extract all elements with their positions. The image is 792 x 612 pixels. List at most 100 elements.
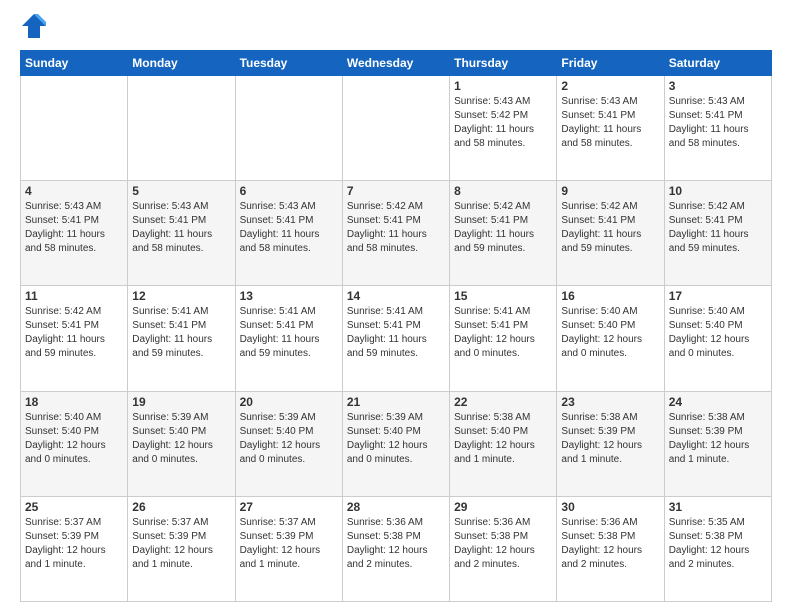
calendar-cell: 5 Sunrise: 5:43 AM Sunset: 5:41 PM Daylig… xyxy=(128,181,235,286)
logo xyxy=(20,16,50,40)
calendar-cell: 26 Sunrise: 5:37 AM Sunset: 5:39 PM Dayli… xyxy=(128,496,235,601)
calendar-cell: 3 Sunrise: 5:43 AM Sunset: 5:41 PM Daylig… xyxy=(664,76,771,181)
day-info: Sunrise: 5:36 AM Sunset: 5:38 PM Dayligh… xyxy=(347,516,445,572)
day-info: Sunrise: 5:35 AM Sunset: 5:38 PM Dayligh… xyxy=(669,516,767,572)
day-info: Sunrise: 5:42 AM Sunset: 5:41 PM Dayligh… xyxy=(669,200,767,256)
day-info: Sunrise: 5:41 AM Sunset: 5:41 PM Dayligh… xyxy=(240,305,338,361)
day-info: Sunrise: 5:41 AM Sunset: 5:41 PM Dayligh… xyxy=(454,305,552,361)
calendar-cell: 27 Sunrise: 5:37 AM Sunset: 5:39 PM Dayli… xyxy=(235,496,342,601)
day-number: 23 xyxy=(561,395,659,409)
day-number: 18 xyxy=(25,395,123,409)
day-info: Sunrise: 5:43 AM Sunset: 5:41 PM Dayligh… xyxy=(240,200,338,256)
calendar-cell: 18 Sunrise: 5:40 AM Sunset: 5:40 PM Dayli… xyxy=(21,391,128,496)
day-number: 25 xyxy=(25,500,123,514)
day-number: 29 xyxy=(454,500,552,514)
calendar-cell: 8 Sunrise: 5:42 AM Sunset: 5:41 PM Daylig… xyxy=(450,181,557,286)
weekday-header-tuesday: Tuesday xyxy=(235,51,342,76)
day-number: 3 xyxy=(669,79,767,93)
calendar-cell: 11Sunrise: 5:42 AM Sunset: 5:41 PM Dayli… xyxy=(21,286,128,391)
calendar-week-1: 1Sunrise: 5:43 AM Sunset: 5:42 PM Daylig… xyxy=(21,76,772,181)
calendar-cell: 10 Sunrise: 5:42 AM Sunset: 5:41 PM Dayli… xyxy=(664,181,771,286)
day-number: 8 xyxy=(454,184,552,198)
calendar-cell: 13 Sunrise: 5:41 AM Sunset: 5:41 PM Dayli… xyxy=(235,286,342,391)
calendar-cell xyxy=(21,76,128,181)
day-number: 4 xyxy=(25,184,123,198)
logo-icon xyxy=(20,12,48,40)
day-info: Sunrise: 5:43 AM Sunset: 5:41 PM Dayligh… xyxy=(132,200,230,256)
calendar-cell xyxy=(235,76,342,181)
weekday-header-sunday: Sunday xyxy=(21,51,128,76)
calendar-cell: 15 Sunrise: 5:41 AM Sunset: 5:41 PM Dayli… xyxy=(450,286,557,391)
calendar-cell: 31 Sunrise: 5:35 AM Sunset: 5:38 PM Dayli… xyxy=(664,496,771,601)
day-number: 16 xyxy=(561,289,659,303)
calendar-cell: 17 Sunrise: 5:40 AM Sunset: 5:40 PM Dayli… xyxy=(664,286,771,391)
day-info: Sunrise: 5:42 AM Sunset: 5:41 PM Dayligh… xyxy=(454,200,552,256)
calendar-cell: 1Sunrise: 5:43 AM Sunset: 5:42 PM Daylig… xyxy=(450,76,557,181)
day-info: Sunrise: 5:38 AM Sunset: 5:40 PM Dayligh… xyxy=(454,411,552,467)
calendar-cell: 28 Sunrise: 5:36 AM Sunset: 5:38 PM Dayli… xyxy=(342,496,449,601)
calendar-week-2: 4 Sunrise: 5:43 AM Sunset: 5:41 PM Daylig… xyxy=(21,181,772,286)
header xyxy=(20,16,772,40)
day-info: Sunrise: 5:37 AM Sunset: 5:39 PM Dayligh… xyxy=(240,516,338,572)
day-info: Sunrise: 5:38 AM Sunset: 5:39 PM Dayligh… xyxy=(669,411,767,467)
calendar-cell: 25 Sunrise: 5:37 AM Sunset: 5:39 PM Dayli… xyxy=(21,496,128,601)
calendar-cell: 4 Sunrise: 5:43 AM Sunset: 5:41 PM Daylig… xyxy=(21,181,128,286)
day-info: Sunrise: 5:40 AM Sunset: 5:40 PM Dayligh… xyxy=(25,411,123,467)
calendar-cell: 20 Sunrise: 5:39 AM Sunset: 5:40 PM Dayli… xyxy=(235,391,342,496)
calendar-cell: 6 Sunrise: 5:43 AM Sunset: 5:41 PM Daylig… xyxy=(235,181,342,286)
day-number: 31 xyxy=(669,500,767,514)
day-info: Sunrise: 5:42 AM Sunset: 5:41 PM Dayligh… xyxy=(561,200,659,256)
day-number: 15 xyxy=(454,289,552,303)
day-info: Sunrise: 5:39 AM Sunset: 5:40 PM Dayligh… xyxy=(347,411,445,467)
day-info: Sunrise: 5:41 AM Sunset: 5:41 PM Dayligh… xyxy=(132,305,230,361)
day-number: 26 xyxy=(132,500,230,514)
day-number: 14 xyxy=(347,289,445,303)
day-number: 21 xyxy=(347,395,445,409)
calendar-cell: 14Sunrise: 5:41 AM Sunset: 5:41 PM Dayli… xyxy=(342,286,449,391)
weekday-header-saturday: Saturday xyxy=(664,51,771,76)
weekday-header-friday: Friday xyxy=(557,51,664,76)
day-number: 9 xyxy=(561,184,659,198)
calendar-cell: 29 Sunrise: 5:36 AM Sunset: 5:38 PM Dayli… xyxy=(450,496,557,601)
day-info: Sunrise: 5:37 AM Sunset: 5:39 PM Dayligh… xyxy=(132,516,230,572)
calendar-cell: 23 Sunrise: 5:38 AM Sunset: 5:39 PM Dayli… xyxy=(557,391,664,496)
day-number: 27 xyxy=(240,500,338,514)
day-number: 7 xyxy=(347,184,445,198)
calendar-week-5: 25 Sunrise: 5:37 AM Sunset: 5:39 PM Dayli… xyxy=(21,496,772,601)
calendar-cell: 2Sunrise: 5:43 AM Sunset: 5:41 PM Daylig… xyxy=(557,76,664,181)
day-number: 30 xyxy=(561,500,659,514)
page: SundayMondayTuesdayWednesdayThursdayFrid… xyxy=(0,0,792,612)
day-number: 22 xyxy=(454,395,552,409)
day-number: 17 xyxy=(669,289,767,303)
day-info: Sunrise: 5:37 AM Sunset: 5:39 PM Dayligh… xyxy=(25,516,123,572)
day-number: 28 xyxy=(347,500,445,514)
calendar-table: SundayMondayTuesdayWednesdayThursdayFrid… xyxy=(20,50,772,602)
calendar-cell xyxy=(128,76,235,181)
day-number: 20 xyxy=(240,395,338,409)
day-number: 10 xyxy=(669,184,767,198)
calendar-cell: 22 Sunrise: 5:38 AM Sunset: 5:40 PM Dayli… xyxy=(450,391,557,496)
day-info: Sunrise: 5:43 AM Sunset: 5:41 PM Dayligh… xyxy=(25,200,123,256)
day-info: Sunrise: 5:38 AM Sunset: 5:39 PM Dayligh… xyxy=(561,411,659,467)
day-number: 1 xyxy=(454,79,552,93)
weekday-header-thursday: Thursday xyxy=(450,51,557,76)
calendar-cell: 7 Sunrise: 5:42 AM Sunset: 5:41 PM Daylig… xyxy=(342,181,449,286)
calendar-header-row: SundayMondayTuesdayWednesdayThursdayFrid… xyxy=(21,51,772,76)
day-info: Sunrise: 5:36 AM Sunset: 5:38 PM Dayligh… xyxy=(454,516,552,572)
day-info: Sunrise: 5:36 AM Sunset: 5:38 PM Dayligh… xyxy=(561,516,659,572)
calendar-cell: 30 Sunrise: 5:36 AM Sunset: 5:38 PM Dayli… xyxy=(557,496,664,601)
day-number: 24 xyxy=(669,395,767,409)
day-info: Sunrise: 5:42 AM Sunset: 5:41 PM Dayligh… xyxy=(347,200,445,256)
day-info: Sunrise: 5:42 AM Sunset: 5:41 PM Dayligh… xyxy=(25,305,123,361)
weekday-header-monday: Monday xyxy=(128,51,235,76)
calendar-cell: 19Sunrise: 5:39 AM Sunset: 5:40 PM Dayli… xyxy=(128,391,235,496)
day-number: 13 xyxy=(240,289,338,303)
day-info: Sunrise: 5:40 AM Sunset: 5:40 PM Dayligh… xyxy=(669,305,767,361)
day-info: Sunrise: 5:39 AM Sunset: 5:40 PM Dayligh… xyxy=(132,411,230,467)
day-info: Sunrise: 5:39 AM Sunset: 5:40 PM Dayligh… xyxy=(240,411,338,467)
day-number: 6 xyxy=(240,184,338,198)
weekday-header-wednesday: Wednesday xyxy=(342,51,449,76)
calendar-cell: 12Sunrise: 5:41 AM Sunset: 5:41 PM Dayli… xyxy=(128,286,235,391)
day-number: 5 xyxy=(132,184,230,198)
day-info: Sunrise: 5:43 AM Sunset: 5:41 PM Dayligh… xyxy=(669,95,767,151)
